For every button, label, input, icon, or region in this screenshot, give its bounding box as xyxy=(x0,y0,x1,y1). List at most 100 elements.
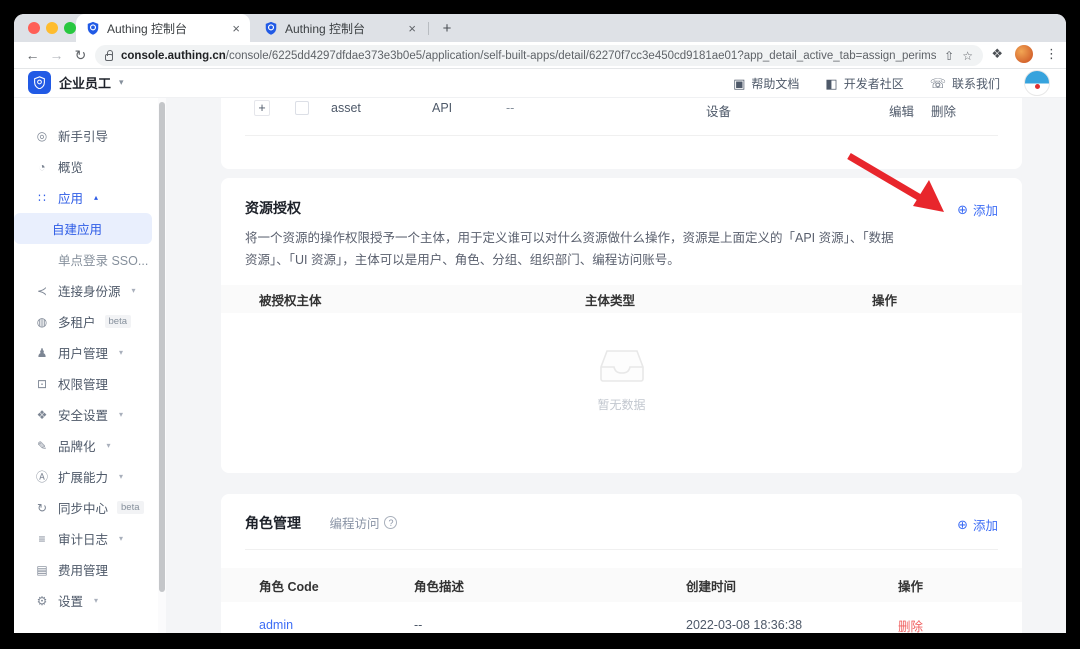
plus-circle-icon: ⊕ xyxy=(957,202,968,218)
browser-tab-inactive[interactable]: Authing 控制台 × xyxy=(254,14,426,42)
expand-row-icon[interactable]: + xyxy=(254,100,270,116)
circle-a-icon: Ⓐ xyxy=(35,468,49,485)
add-role-button[interactable]: ⊕ 添加 xyxy=(957,515,998,534)
delete-button[interactable]: 删除 xyxy=(931,101,956,120)
resources-table-card: + asset API -- 设备 编辑 删除 xyxy=(221,98,1022,169)
maximize-window-button[interactable] xyxy=(64,22,76,34)
column-header: 角色描述 xyxy=(414,576,686,595)
sidebar-scrollbar xyxy=(158,98,166,633)
sidebar-item-settings[interactable]: ⚙设置▾ xyxy=(14,585,158,616)
brush-icon: ✎ xyxy=(35,439,49,453)
role-desc: -- xyxy=(414,618,686,632)
back-button[interactable]: ← xyxy=(22,45,43,66)
sidebar-item-multi-tenant[interactable]: ◍多租户beta xyxy=(14,306,158,337)
resource-name-link[interactable]: asset xyxy=(331,101,361,115)
tab-strip: Authing 控制台 × Authing 控制台 × + xyxy=(14,14,1066,42)
sidebar-item-extensions[interactable]: Ⓐ扩展能力▾ xyxy=(14,461,158,492)
add-authorization-button[interactable]: ⊕ 添加 xyxy=(957,200,998,219)
help-docs-link[interactable]: ▣帮助文档 xyxy=(733,75,799,92)
browser-profile-avatar[interactable] xyxy=(1015,45,1033,63)
url-text: console.authing.cn/console/6225dd4297dfd… xyxy=(121,50,936,62)
sidebar-item-billing[interactable]: ▤费用管理 xyxy=(14,554,158,585)
divider xyxy=(245,549,998,550)
developer-community-link[interactable]: ◧开发者社区 xyxy=(825,75,903,92)
bookmark-star-icon[interactable]: ☆ xyxy=(962,49,973,63)
column-header: 被授权主体 xyxy=(221,290,585,309)
column-header: 创建时间 xyxy=(686,576,898,595)
gear-icon: ⚙ xyxy=(35,594,49,608)
empty-state: 暂无数据 xyxy=(221,349,1022,413)
sidebar-item-guide[interactable]: ◎新手引导 xyxy=(14,120,158,151)
sidebar-scrollbar-thumb[interactable] xyxy=(159,102,165,592)
tab-title: Authing 控制台 xyxy=(107,20,225,37)
chevron-up-icon: ▴ xyxy=(94,193,98,202)
column-header: 角色 Code xyxy=(221,576,414,595)
role-management-card: 角色管理 编程访问 ? ⊕ 添加 角色 Code 角色描述 创建时间 操作 xyxy=(221,494,1022,633)
browser-menu-icon[interactable]: ⋮ xyxy=(1045,46,1058,62)
role-created-time: 2022-03-08 18:36:38 xyxy=(686,618,898,632)
help-docs-label: 帮助文档 xyxy=(751,75,799,92)
app-header: 企业员工 ▾ ▣帮助文档 ◧开发者社区 ☏联系我们 xyxy=(14,69,1066,98)
wallet-icon: ▤ xyxy=(35,563,49,577)
sidebar-item-label: 权限管理 xyxy=(58,374,108,393)
browser-toolbar: ← → ↻ console.authing.cn/console/6225dd4… xyxy=(14,42,1066,69)
tab-close-icon[interactable]: × xyxy=(408,21,416,36)
chevron-down-icon: ▾ xyxy=(107,441,111,450)
close-window-button[interactable] xyxy=(28,22,40,34)
help-question-icon[interactable]: ? xyxy=(384,516,397,529)
tab-close-icon[interactable]: × xyxy=(232,21,240,36)
table-row: admin -- 2022-03-08 18:36:38 删除 xyxy=(221,602,1022,633)
shield-icon: ❖ xyxy=(35,408,49,422)
sidebar-item-label: 用户管理 xyxy=(58,343,108,362)
user-avatar[interactable] xyxy=(1024,70,1050,96)
sidebar-item-permissions[interactable]: ⊡权限管理 xyxy=(14,368,158,399)
reload-button[interactable]: ↻ xyxy=(70,45,91,66)
new-tab-button[interactable]: + xyxy=(436,18,458,40)
sidebar-item-sync-center[interactable]: ↻同步中心beta xyxy=(14,492,158,523)
authing-favicon-icon xyxy=(264,21,278,35)
sidebar-item-overview[interactable]: ◔概览 xyxy=(14,151,158,182)
sidebar-item-identity-sources[interactable]: ≺连接身份源▾ xyxy=(14,275,158,306)
column-header: 主体类型 xyxy=(585,290,872,309)
resource-desc: -- xyxy=(506,101,514,115)
apps-grid-icon: ∷ xyxy=(35,191,49,205)
pie-chart-icon: ◔ xyxy=(35,160,49,174)
sidebar-item-label: 品牌化 xyxy=(58,436,96,455)
authing-favicon-icon xyxy=(86,21,100,35)
section-title: 资源授权 xyxy=(245,198,301,218)
share-icon[interactable]: ⇧ xyxy=(944,49,954,63)
sidebar-item-sso[interactable]: 单点登录 SSO... xyxy=(14,244,158,275)
role-code-link[interactable]: admin xyxy=(259,618,293,632)
share-nodes-icon: ≺ xyxy=(35,284,49,298)
sidebar-item-label: 安全设置 xyxy=(58,405,108,424)
org-switcher[interactable]: 企业员工 ▾ xyxy=(28,71,124,94)
minimize-window-button[interactable] xyxy=(46,22,58,34)
address-bar[interactable]: console.authing.cn/console/6225dd4297dfd… xyxy=(95,45,983,66)
sidebar-item-user-management[interactable]: ♟用户管理▾ xyxy=(14,337,158,368)
ssl-lock-icon xyxy=(105,54,113,61)
extensions-icon[interactable]: ❖ xyxy=(991,46,1003,62)
edit-button[interactable]: 编辑 xyxy=(889,101,914,120)
empty-inbox-icon xyxy=(599,349,645,383)
url-domain: console.authing.cn xyxy=(121,50,226,62)
sidebar-item-security[interactable]: ❖安全设置▾ xyxy=(14,399,158,430)
forward-button[interactable]: → xyxy=(46,45,67,66)
divider xyxy=(245,135,998,136)
developer-community-label: 开发者社区 xyxy=(844,75,904,92)
delete-role-button[interactable]: 删除 xyxy=(898,620,923,634)
table-row: + asset API -- 设备 编辑 删除 xyxy=(221,98,1022,122)
beta-badge: beta xyxy=(105,315,132,328)
sidebar-item-applications[interactable]: ∷应用▴ xyxy=(14,182,158,213)
sidebar-item-branding[interactable]: ✎ 品牌化 ▾ xyxy=(14,430,158,461)
phone-icon: ☏ xyxy=(930,76,946,92)
sidebar-item-label: 审计日志 xyxy=(58,529,108,548)
row-checkbox[interactable] xyxy=(295,101,309,115)
contact-us-link[interactable]: ☏联系我们 xyxy=(930,75,1000,92)
browser-tab-active[interactable]: Authing 控制台 × xyxy=(76,14,250,42)
sidebar-item-self-built-apps[interactable]: 自建应用 xyxy=(14,213,152,244)
resource-tag: 设备 xyxy=(706,101,731,120)
screenshot-stage: Authing 控制台 × Authing 控制台 × + ← → ↻ cons… xyxy=(0,0,1080,649)
sidebar-item-audit-log[interactable]: ≡审计日志▾ xyxy=(14,523,158,554)
column-header: 操作 xyxy=(872,290,1022,309)
sidebar-item-label: 新手引导 xyxy=(58,126,108,145)
